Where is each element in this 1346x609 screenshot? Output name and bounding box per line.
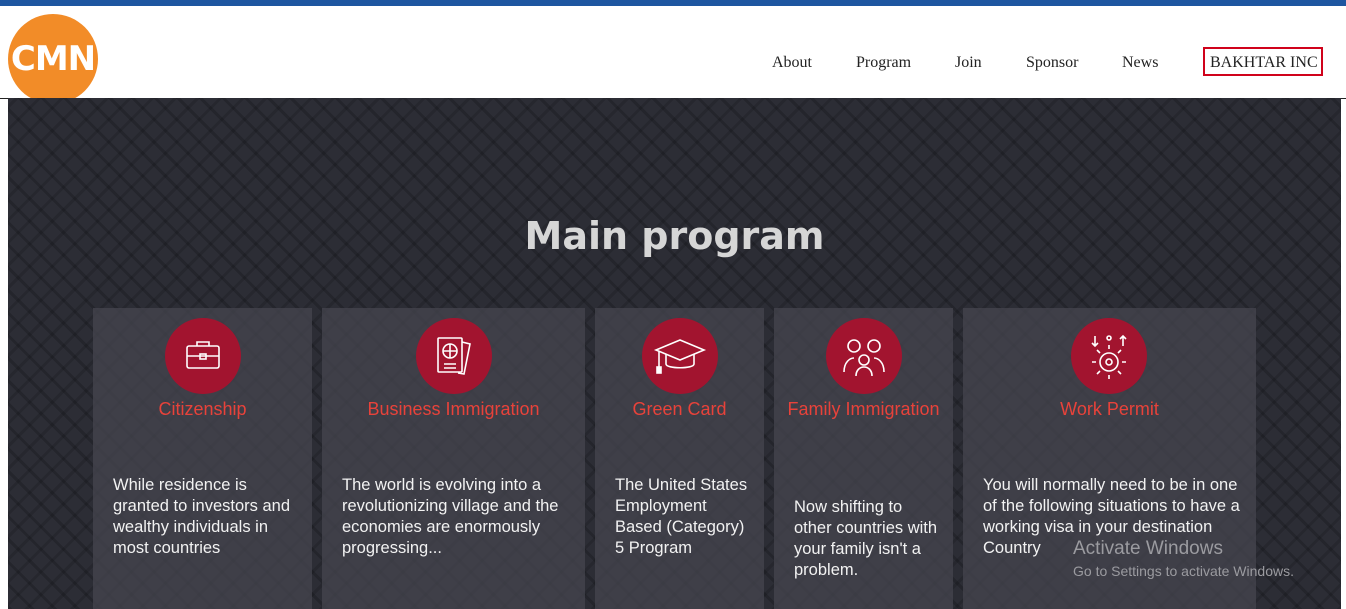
main-nav: About Program Join Sponsor News BAKHTAR … [0, 54, 1346, 74]
nav-about[interactable]: About [772, 54, 812, 72]
program-card-business-immigration[interactable]: Business Immigration The world is evolvi… [322, 308, 585, 609]
nav-active-outline [1203, 47, 1323, 76]
card-description: The world is evolving into a revolutioni… [342, 476, 559, 557]
card-title: Work Permit [1060, 399, 1159, 419]
activate-windows-title: Activate Windows [1073, 538, 1223, 559]
work-gear-icon [1071, 318, 1147, 394]
nav-program[interactable]: Program [856, 54, 911, 72]
card-title: Business Immigration [367, 399, 540, 419]
program-card-citizenship[interactable]: Citizenship While residence is granted t… [93, 308, 312, 609]
nav-sponsor[interactable]: Sponsor [1026, 54, 1078, 72]
main-program-section: Main program Citizenship While residence… [8, 98, 1341, 609]
site-header: CMN [0, 6, 1346, 104]
activate-windows-subtitle: Go to Settings to activate Windows. [1073, 563, 1294, 579]
graduation-cap-icon [642, 318, 718, 394]
card-title: Family Immigration [787, 399, 940, 419]
card-description: While residence is granted to investors … [113, 476, 291, 557]
nav-join[interactable]: Join [955, 54, 982, 72]
section-title: Main program [524, 214, 825, 258]
program-card-green-card[interactable]: Green Card The United States Employment … [595, 308, 764, 609]
briefcase-icon [165, 318, 241, 394]
card-description: The United States Employment Based (Cate… [615, 476, 748, 557]
nav-news[interactable]: News [1122, 54, 1158, 72]
card-title: Green Card [632, 399, 727, 419]
card-description: Now shifting to other countries with you… [794, 498, 938, 579]
family-icon [826, 318, 902, 394]
passport-icon [416, 318, 492, 394]
card-title: Citizenship [158, 399, 247, 419]
program-card-family-immigration[interactable]: Family Immigration Now shifting to other… [774, 308, 953, 609]
